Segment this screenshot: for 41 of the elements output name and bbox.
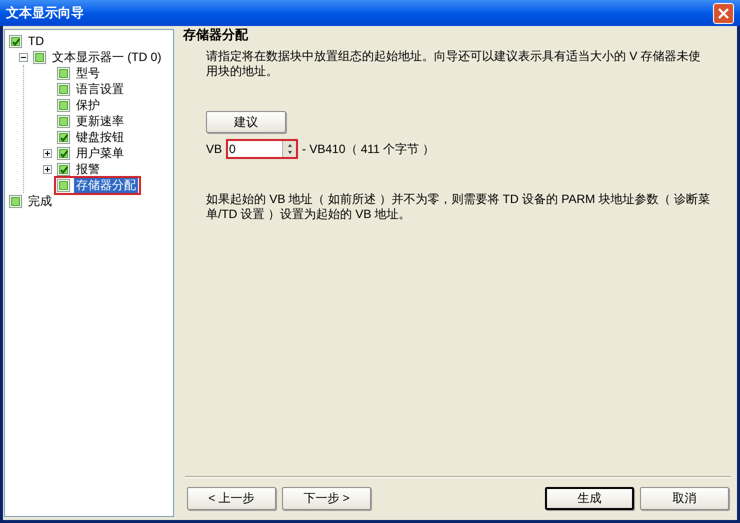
checkbox[interactable] [57,146,70,160]
tree-item[interactable]: 键盘按钮 [74,130,126,144]
wizard-button[interactable]: < 上一步 [187,486,276,510]
wizard-button[interactable]: 生成 [545,486,634,510]
checkbox[interactable] [57,114,70,128]
checkbox[interactable] [57,82,70,96]
expand-icon[interactable] [43,164,52,174]
wizard-button[interactable]: 下一步 > [282,486,371,510]
checkbox[interactable] [57,178,70,192]
checkbox[interactable] [9,34,22,48]
page-heading: 存储器分配 [183,27,250,43]
checkbox[interactable] [57,98,70,112]
intro-text: 请指定将在数据块中放置组态的起始地址。向导还可以建议表示具有适当大小的 V 存储器未使用块的地址。 [206,49,702,79]
tree-item[interactable]: 型号 [74,66,102,80]
vb-label: VB [206,141,222,158]
tree-item[interactable]: 更新速率 [74,114,126,128]
suggest-button[interactable]: 建议 [206,111,286,133]
collapse-icon[interactable] [19,52,28,62]
tree-item[interactable]: 报警 [74,162,102,176]
checkbox[interactable] [33,50,46,64]
checkbox[interactable] [9,194,22,208]
tree-item[interactable]: TD [26,34,46,48]
tree-item[interactable]: 文本显示器一 (TD 0) [50,50,164,64]
address-range: - VB410（ 411 个字节 ） [302,141,435,158]
expand-icon[interactable] [43,148,52,158]
checkbox[interactable] [57,162,70,176]
tree-item[interactable]: 完成 [26,194,54,208]
note-text: 如果起始的 VB 地址（ 如前所述 ）并不为零，则需要将 TD 设备的 PARM 块地址参数（ 诊断菜单/TD 设置 ）设置为起始的 VB 地址。 [206,192,711,222]
tree-item[interactable]: 语言设置 [74,82,126,96]
window-title: 文本显示向导 [6,4,84,22]
checkbox[interactable] [57,130,70,144]
tree-item[interactable]: 保护 [74,98,102,112]
address-input[interactable]: 0 [228,141,282,157]
spin-arrows-icon[interactable] [282,141,296,157]
close-button[interactable] [713,2,734,24]
checkbox[interactable] [57,66,70,80]
tree-item[interactable]: 用户菜单 [74,146,126,160]
address-spin-field[interactable]: 0 [226,139,298,159]
close-icon [718,8,729,18]
wizard-button[interactable]: 取消 [640,486,729,510]
tree-item[interactable]: 存储器分配 [74,178,138,192]
